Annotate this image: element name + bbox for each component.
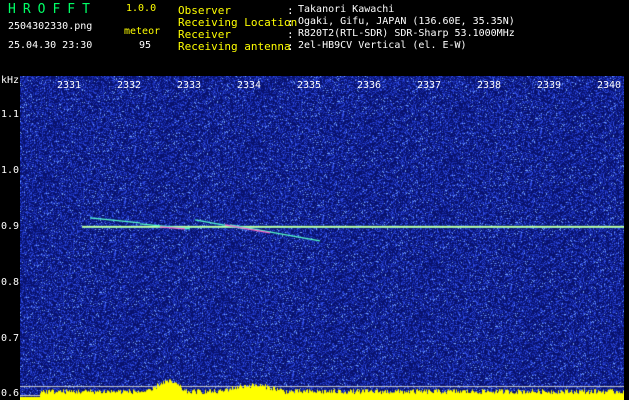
date-time: 25.04.30 23:30 — [8, 40, 93, 51]
info-label-antenna: Receiving antenna — [178, 40, 291, 53]
y-tick-label: 0.6 — [1, 388, 20, 400]
x-tick-label: 2340 — [597, 80, 622, 91]
x-tick-label: 2331 — [57, 80, 82, 91]
x-tick-label: 2334 — [237, 80, 262, 91]
info-value-receiver: R820T2(RTL-SDR) SDR-Sharp 53.1000MHz — [298, 28, 515, 39]
app-title: HROFFT — [8, 2, 97, 17]
info-colon: : — [287, 4, 294, 17]
y-tick-label: 0.9 — [1, 220, 20, 232]
info-label-location: Receiving Location — [178, 16, 298, 29]
header-panel: HROFFT 1.0.0 2504302330.png meteor 25.04… — [0, 0, 629, 76]
spectrogram-canvas — [20, 76, 624, 400]
info-colon: : — [287, 40, 294, 53]
x-tick-label: 2333 — [177, 80, 202, 91]
x-tick-label: 2335 — [297, 80, 322, 91]
app-version: 1.0.0 — [126, 3, 157, 14]
x-tick-label: 2339 — [537, 80, 562, 91]
x-tick-label: 2338 — [477, 80, 502, 91]
file-name: 2504302330.png — [8, 21, 93, 32]
count-value: 95 — [139, 40, 152, 51]
mode-label: meteor — [124, 26, 161, 37]
info-colon: : — [287, 28, 294, 41]
info-label-receiver: Receiver — [178, 28, 231, 41]
y-tick-label: 1.1 — [1, 109, 20, 121]
y-axis-unit: kHz — [1, 75, 20, 86]
x-tick-label: 2332 — [117, 80, 142, 91]
y-tick-label: 0.8 — [1, 276, 20, 288]
x-tick-label: 2337 — [417, 80, 442, 91]
info-colon: : — [287, 16, 294, 29]
y-tick-label: 1.0 — [1, 164, 20, 176]
x-tick-label: 2336 — [357, 80, 382, 91]
info-value-observer: Takanori Kawachi — [298, 4, 395, 15]
y-tick-label: 0.7 — [1, 332, 20, 344]
info-value-antenna: 2el-HB9CV Vertical (el. E-W) — [298, 40, 467, 51]
info-value-location: Ogaki, Gifu, JAPAN (136.60E, 35.35N) — [298, 16, 515, 27]
info-label-observer: Observer — [178, 4, 231, 17]
